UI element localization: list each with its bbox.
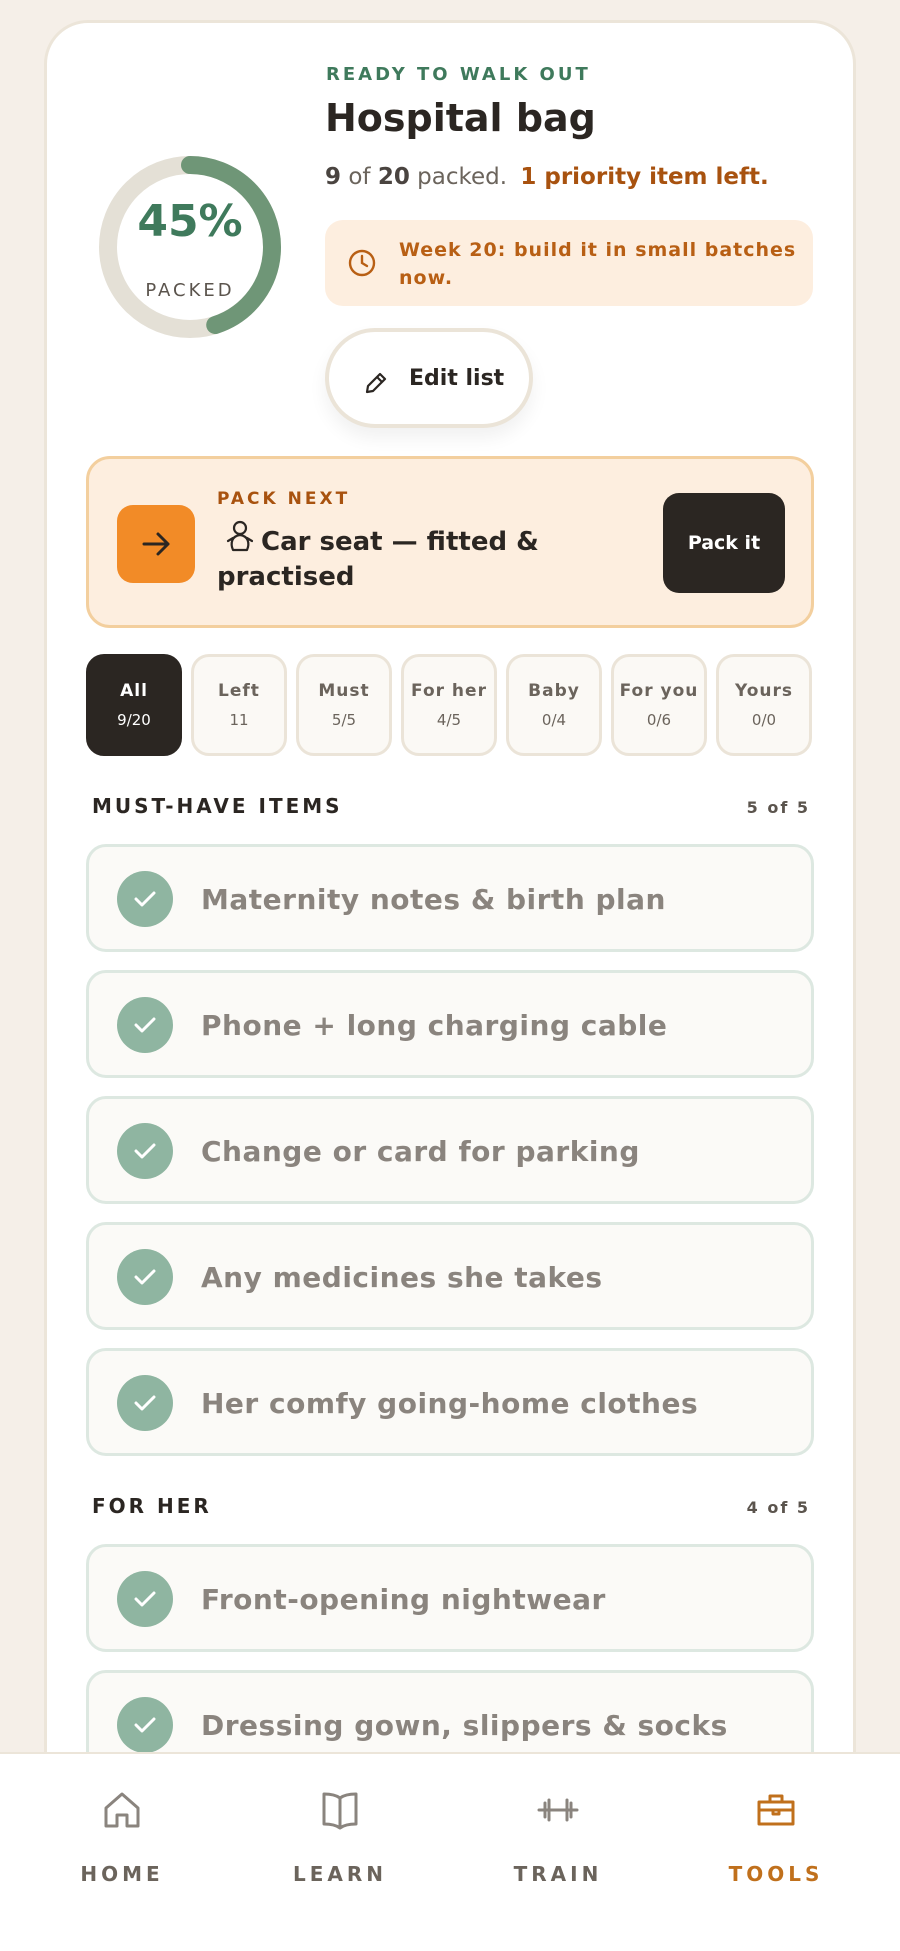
filter-chip-for-you[interactable]: For you 0/6 bbox=[611, 654, 707, 756]
page-eyebrow: READY TO WALK OUT bbox=[326, 64, 591, 85]
checklist-item[interactable]: Change or card for parking bbox=[86, 1096, 814, 1204]
filter-chips: All 9/20 Left 11 Must 5/5 For her 4/5 Ba… bbox=[86, 654, 814, 756]
checklist-item-label: Her comfy going-home clothes bbox=[201, 1387, 699, 1420]
section-title-for-her: FOR HER bbox=[92, 1494, 212, 1518]
checked-icon[interactable] bbox=[117, 1249, 173, 1305]
checklist-item-label: Dressing gown, slippers & socks bbox=[201, 1709, 728, 1742]
checklist-item[interactable]: Her comfy going-home clothes bbox=[86, 1348, 814, 1456]
nav-item-train[interactable]: TRAIN bbox=[478, 1754, 638, 1951]
filter-chip-yours[interactable]: Yours 0/0 bbox=[716, 654, 812, 756]
filter-chip-must[interactable]: Must 5/5 bbox=[296, 654, 392, 756]
page-title: Hospital bag bbox=[325, 96, 596, 140]
checklist-item[interactable]: Phone + long charging cable bbox=[86, 970, 814, 1078]
home-icon bbox=[104, 1792, 140, 1828]
checklist-item[interactable]: Any medicines she takes bbox=[86, 1222, 814, 1330]
priority-remaining: 1 priority item left. bbox=[520, 164, 769, 190]
filter-chip-left[interactable]: Left 11 bbox=[191, 654, 287, 756]
arrow-right-icon bbox=[142, 532, 170, 556]
pack-next-eyebrow: PACK NEXT bbox=[217, 489, 351, 509]
filter-chip-label: Yours bbox=[734, 681, 794, 701]
week-tip: Week 20: build it in small batches now. bbox=[325, 220, 813, 306]
checklist-item[interactable]: Maternity notes & birth plan bbox=[86, 844, 814, 952]
filter-chip-label: For her bbox=[411, 681, 487, 701]
filter-chip-label: Left bbox=[218, 681, 260, 701]
checklist-item-label: Maternity notes & birth plan bbox=[201, 883, 666, 916]
filter-chip-count: 0/4 bbox=[541, 711, 567, 729]
filter-chip-for-her[interactable]: For her 4/5 bbox=[401, 654, 497, 756]
checklist-item-label: Front-opening nightwear bbox=[201, 1583, 606, 1616]
section-count-for-her: 4 of 5 bbox=[746, 1498, 810, 1517]
clock-icon bbox=[348, 249, 376, 277]
progress-percent: 45% bbox=[137, 196, 243, 247]
checked-icon[interactable] bbox=[117, 997, 173, 1053]
progress-caption: PACKED bbox=[145, 280, 235, 301]
filter-chip-count: 11 bbox=[229, 711, 249, 729]
checklist-item-label: Any medicines she takes bbox=[201, 1261, 603, 1294]
packed-summary: 9 of 20 packed. 1 priority item left. bbox=[325, 164, 769, 190]
filter-chip-label: All bbox=[120, 681, 148, 701]
edit-list-label: Edit list bbox=[409, 366, 505, 391]
dumbbell-icon bbox=[537, 1798, 579, 1822]
filter-chip-all[interactable]: All 9/20 bbox=[86, 654, 182, 756]
checklist-item-label: Phone + long charging cable bbox=[201, 1009, 668, 1042]
checked-icon[interactable] bbox=[117, 1697, 173, 1753]
of-label: of bbox=[348, 164, 371, 190]
filter-chip-count: 0/0 bbox=[751, 711, 777, 729]
toolbox-icon bbox=[757, 1794, 795, 1826]
checklist-item-label: Change or card for parking bbox=[201, 1135, 640, 1168]
nav-item-home[interactable]: HOME bbox=[42, 1754, 202, 1951]
pack-it-button[interactable]: Pack it bbox=[663, 493, 785, 593]
filter-chip-label: Must bbox=[318, 681, 370, 701]
pack-next-card: PACK NEXT Car seat — fitted & practised … bbox=[86, 456, 814, 628]
section-count-must-have: 5 of 5 bbox=[746, 798, 810, 817]
edit-list-button[interactable]: Edit list bbox=[325, 328, 533, 428]
filter-chip-baby[interactable]: Baby 0/4 bbox=[506, 654, 602, 756]
nav-item-tools[interactable]: TOOLS bbox=[696, 1754, 856, 1951]
filter-chip-label: For you bbox=[619, 681, 699, 701]
total-count: 20 bbox=[377, 164, 410, 190]
nav-label: TRAIN bbox=[513, 1862, 603, 1886]
filter-chip-count: 9/20 bbox=[117, 711, 151, 729]
filter-chip-count: 5/5 bbox=[331, 711, 357, 729]
checked-icon[interactable] bbox=[117, 1571, 173, 1627]
pack-next-arrow-button[interactable] bbox=[117, 505, 195, 583]
filter-chip-count: 0/6 bbox=[646, 711, 672, 729]
bottom-nav: HOME LEARN TRAIN TOOLS bbox=[0, 1752, 900, 1951]
section-title-must-have: MUST-HAVE ITEMS bbox=[92, 794, 343, 818]
checked-icon[interactable] bbox=[117, 1123, 173, 1179]
nav-label: HOME bbox=[80, 1862, 164, 1886]
checked-icon[interactable] bbox=[117, 871, 173, 927]
nav-label: TOOLS bbox=[728, 1862, 824, 1886]
checklist-item[interactable]: Front-opening nightwear bbox=[86, 1544, 814, 1652]
book-icon bbox=[322, 1792, 358, 1830]
checked-icon[interactable] bbox=[117, 1375, 173, 1431]
nav-item-learn[interactable]: LEARN bbox=[260, 1754, 420, 1951]
packed-label: packed. bbox=[417, 164, 508, 190]
pencil-icon bbox=[365, 372, 387, 394]
filter-chip-label: Baby bbox=[528, 681, 580, 701]
nav-label: LEARN bbox=[292, 1862, 388, 1886]
progress-ring bbox=[99, 156, 281, 338]
pack-next-item: Car seat — fitted & practised bbox=[217, 527, 539, 592]
packed-count: 9 bbox=[325, 164, 342, 190]
week-tip-text: Week 20: build it in small batches now. bbox=[399, 239, 797, 289]
filter-chip-count: 4/5 bbox=[436, 711, 462, 729]
